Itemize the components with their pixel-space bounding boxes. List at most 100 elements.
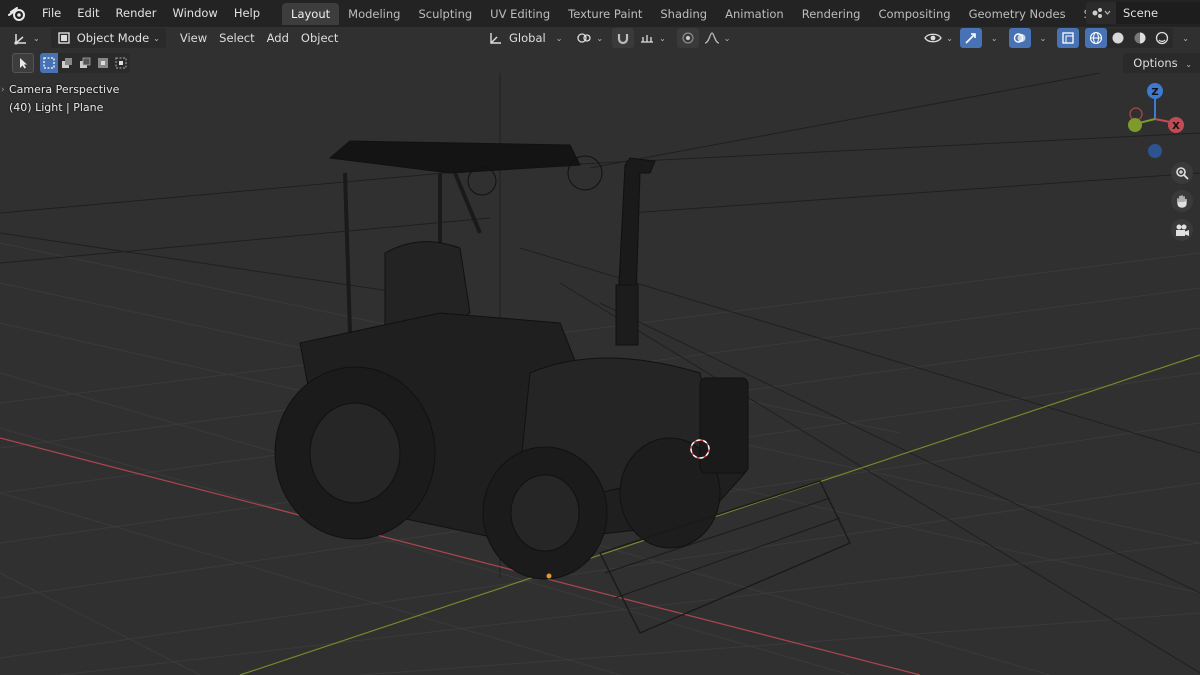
chevron-down-icon: ⌄ bbox=[946, 33, 953, 43]
wireframe-sphere-icon bbox=[1090, 31, 1103, 45]
visibility-dropdown[interactable]: ⌄ bbox=[919, 28, 958, 48]
chevron-down-icon: ⌄ bbox=[723, 33, 731, 43]
material-sphere-icon bbox=[1134, 32, 1146, 44]
gizmo-x-label: X bbox=[1172, 121, 1180, 132]
gizmo-toggle[interactable] bbox=[959, 28, 982, 48]
overlays-icon bbox=[1013, 33, 1026, 43]
options-label: Options bbox=[1133, 56, 1178, 70]
menu-file[interactable]: File bbox=[34, 0, 69, 27]
menu-render[interactable]: Render bbox=[108, 0, 165, 27]
material-preview-button[interactable] bbox=[1129, 28, 1151, 48]
viewport-display-settings: ⌄ ⌄ ⌄ ⌄ bbox=[919, 28, 1194, 48]
object-mode-dropdown[interactable]: Object Mode ⌄ bbox=[50, 28, 166, 48]
menu-object[interactable]: Object bbox=[295, 31, 344, 45]
menu-window[interactable]: Window bbox=[164, 0, 225, 27]
top-bar: File Edit Render Window Help Layout Mode… bbox=[0, 0, 1200, 27]
pivot-point-dropdown[interactable]: ⌄ bbox=[571, 28, 608, 48]
snap-target-dropdown[interactable]: ⌄ bbox=[634, 28, 671, 48]
tractor-model bbox=[274, 140, 851, 634]
object-mode-label: Object Mode bbox=[76, 31, 150, 45]
select-intersect-icon bbox=[115, 57, 127, 69]
object-mode-icon bbox=[58, 32, 70, 44]
options-dropdown[interactable]: Options ⌄ bbox=[1123, 53, 1200, 73]
select-tool-button[interactable] bbox=[12, 53, 34, 73]
select-invert-icon bbox=[98, 58, 108, 68]
scene-selector[interactable]: Scene bbox=[1086, 2, 1200, 24]
select-extend-button[interactable] bbox=[58, 53, 76, 73]
pan-button[interactable] bbox=[1171, 190, 1193, 212]
chevron-down-icon: ⌄ bbox=[596, 33, 604, 43]
xray-icon bbox=[1062, 32, 1074, 44]
pivot-icon bbox=[577, 33, 592, 43]
solid-sphere-icon bbox=[1112, 32, 1124, 44]
gizmo-neg-z-axis bbox=[1148, 144, 1162, 158]
falloff-curve-icon bbox=[704, 32, 719, 44]
workspace-tabs: Layout Modeling Sculpting UV Editing Tex… bbox=[282, 0, 1172, 27]
menu-help[interactable]: Help bbox=[226, 0, 268, 27]
transform-settings: Global ⌄ ⌄ ⌄ ⌄ bbox=[482, 28, 736, 48]
overlays-toggle[interactable] bbox=[1008, 28, 1031, 48]
tab-layout[interactable]: Layout bbox=[282, 2, 340, 25]
sidebar-expand-icon[interactable]: › bbox=[1, 85, 5, 95]
tab-geometry-nodes[interactable]: Geometry Nodes bbox=[960, 3, 1075, 25]
hand-icon bbox=[1177, 195, 1187, 208]
blender-logo-icon[interactable] bbox=[0, 0, 34, 27]
solid-shading-button[interactable] bbox=[1107, 28, 1129, 48]
select-subtract-button[interactable] bbox=[76, 53, 94, 73]
rendered-shading-button[interactable] bbox=[1151, 28, 1173, 48]
overlays-dropdown[interactable]: ⌄ bbox=[1031, 28, 1052, 48]
tool-settings-row: Options ⌄ bbox=[0, 51, 1200, 73]
tab-compositing[interactable]: Compositing bbox=[869, 3, 959, 25]
snap-increment-icon bbox=[641, 35, 654, 43]
select-invert-button[interactable] bbox=[94, 53, 112, 73]
menu-select[interactable]: Select bbox=[213, 31, 260, 45]
origin-point bbox=[546, 573, 552, 579]
wireframe-shading-button[interactable] bbox=[1085, 28, 1108, 48]
zoom-magnifier-icon bbox=[1176, 167, 1189, 180]
editor-type-button[interactable]: ⌄ bbox=[8, 28, 45, 48]
transform-orientation-icon bbox=[490, 33, 501, 44]
gizmo-y-axis bbox=[1128, 118, 1142, 132]
menu-view[interactable]: View bbox=[174, 31, 213, 45]
scene-name-field[interactable]: Scene bbox=[1116, 2, 1200, 24]
proportional-editing-icon bbox=[682, 32, 694, 44]
scene-icon[interactable] bbox=[1086, 2, 1116, 24]
eye-icon bbox=[924, 33, 942, 43]
tab-shading[interactable]: Shading bbox=[651, 3, 716, 25]
chevron-down-icon: ⌄ bbox=[1182, 33, 1189, 43]
tab-sculpting[interactable]: Sculpting bbox=[409, 3, 481, 25]
viewport-scene[interactable] bbox=[0, 73, 1200, 675]
tab-texture-paint[interactable]: Texture Paint bbox=[559, 3, 651, 25]
chevron-down-icon: ⌄ bbox=[659, 33, 666, 43]
select-new-button[interactable] bbox=[40, 53, 58, 73]
gizmo-z-label: Z bbox=[1151, 87, 1158, 98]
tab-rendering[interactable]: Rendering bbox=[793, 3, 870, 25]
select-extend-icon bbox=[62, 58, 72, 68]
gizmo-dropdown[interactable]: ⌄ bbox=[982, 28, 1003, 48]
chevron-down-icon: ⌄ bbox=[990, 33, 998, 43]
xray-toggle[interactable] bbox=[1057, 28, 1080, 48]
chevron-down-icon: ⌄ bbox=[555, 33, 563, 43]
shading-modes bbox=[1085, 28, 1174, 48]
orientation-dropdown[interactable]: Global ⌄ bbox=[482, 28, 567, 48]
proportional-editing-toggle[interactable] bbox=[676, 28, 699, 48]
tab-animation[interactable]: Animation bbox=[716, 3, 793, 25]
3d-viewport[interactable]: › Camera Perspective (40) Light | Plane … bbox=[0, 73, 1200, 675]
select-box-icon bbox=[43, 57, 55, 69]
tab-modeling[interactable]: Modeling bbox=[339, 3, 409, 25]
axes-icon bbox=[14, 34, 26, 45]
chevron-down-icon: ⌄ bbox=[1185, 60, 1192, 69]
shading-dropdown[interactable]: ⌄ bbox=[1173, 28, 1194, 48]
camera-view-button[interactable] bbox=[1171, 219, 1193, 241]
tab-uv-editing[interactable]: UV Editing bbox=[481, 3, 559, 25]
menu-add[interactable]: Add bbox=[261, 31, 295, 45]
falloff-dropdown[interactable]: ⌄ bbox=[699, 28, 736, 48]
chevron-down-icon: ⌄ bbox=[153, 33, 160, 43]
magnet-icon bbox=[617, 34, 629, 45]
light-object-2 bbox=[567, 155, 603, 191]
snap-toggle[interactable] bbox=[612, 28, 635, 48]
navigation-gizmo[interactable]: Z X bbox=[1120, 79, 1190, 163]
zoom-button[interactable] bbox=[1171, 162, 1193, 184]
menu-edit[interactable]: Edit bbox=[69, 0, 107, 27]
select-intersect-button[interactable] bbox=[112, 53, 130, 73]
